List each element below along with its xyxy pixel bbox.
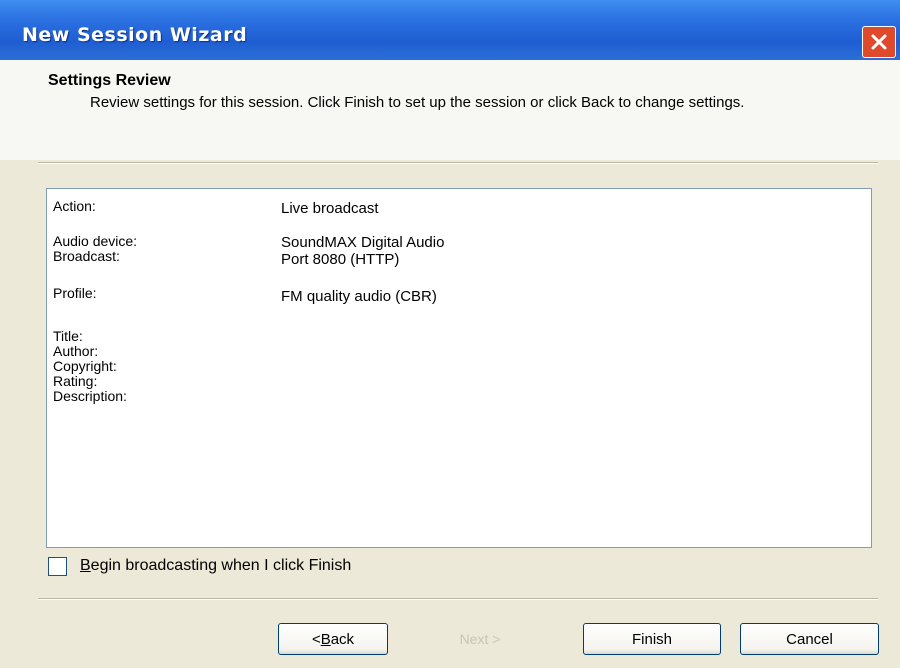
close-button[interactable] [862,26,896,58]
description-label: Description: [53,388,127,404]
begin-accesskey: B [80,557,91,574]
close-icon [871,34,887,50]
settings-review-box[interactable]: Action: Live broadcast Audio device: Sou… [46,188,872,548]
action-label: Action: [53,198,96,214]
begin-broadcasting-label[interactable]: Begin broadcasting when I click Finish [80,557,351,575]
back-prefix: < [311,630,321,648]
page-title: Settings Review [48,72,171,89]
footer-divider [38,598,878,600]
audio-device-value: SoundMAX Digital Audio [281,234,445,251]
audio-device-label: Audio device: [53,233,138,249]
action-value: Live broadcast [281,200,379,217]
begin-broadcasting-checkbox[interactable] [48,557,67,576]
profile-value: FM quality audio (CBR) [281,288,437,305]
back-accesskey: B [320,630,331,648]
page-description: Review settings for this session. Click … [90,94,745,111]
finish-button[interactable]: Finish [583,623,721,655]
new-session-wizard-window: New Session Wizard Settings Review Revie… [0,0,900,668]
author-label: Author: [53,343,99,359]
copyright-label: Copyright: [53,358,117,374]
begin-label-text: egin broadcasting when I click Finish [90,557,352,574]
window-title: New Session Wizard [22,24,248,46]
back-button[interactable]: < Back [278,623,388,655]
profile-label: Profile: [53,285,97,301]
header-divider [38,162,878,164]
broadcast-value: Port 8080 (HTTP) [281,251,400,268]
next-button[interactable]: Next > [425,623,535,655]
cancel-button[interactable]: Cancel [740,623,879,655]
title-bar[interactable]: New Session Wizard [0,0,900,60]
title-label: Title: [53,328,83,344]
back-rest: ack [330,630,355,648]
rating-label: Rating: [53,373,98,389]
broadcast-label: Broadcast: [53,248,120,264]
